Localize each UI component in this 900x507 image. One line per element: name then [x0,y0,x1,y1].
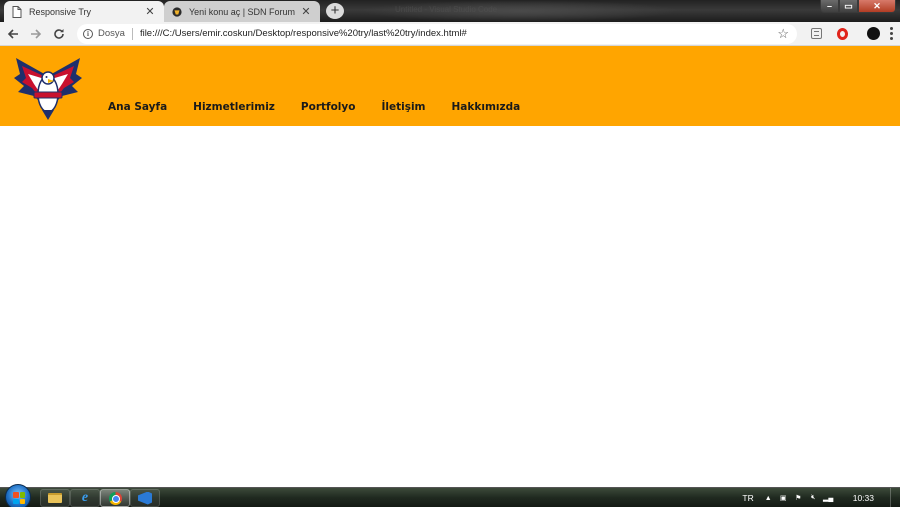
new-tab-button[interactable]: + [326,3,344,19]
nav-link-portfolyo[interactable]: Portfolyo [301,101,356,113]
taskbar-chrome[interactable] [100,489,130,507]
info-icon[interactable]: i [83,28,93,39]
close-window-button[interactable]: ✕ [858,0,896,13]
tab-sdn-forum[interactable]: Yeni konu aç | SDN Forum ✕ [164,1,320,22]
nav-link-iletisim[interactable]: İletişim [381,101,425,113]
action-center-flag-icon[interactable]: ⚑ [794,494,803,503]
star-icon[interactable]: ☆ [777,26,789,42]
forward-button[interactable] [26,24,46,44]
tab-title: Responsive Try [29,6,92,17]
extension-button[interactable] [809,27,823,41]
close-tab-icon[interactable]: ✕ [300,5,312,18]
minimize-button[interactable]: – [820,0,839,13]
main-nav: Ana Sayfa Hizmetlerimiz Portfolyo İletiş… [108,101,546,113]
browser-toolbar: i Dosya file:///C:/Users/emir.coskun/Des… [0,22,900,46]
address-separator [131,27,133,40]
system-tray: TR ▲ ▣ ⚑ 🔇︎ ▂▄ 10:33 [742,488,900,507]
nav-link-ana-sayfa[interactable]: Ana Sayfa [108,101,167,113]
background-window-title: Untitled - Visual Studio Code [395,5,498,14]
show-hidden-icons-icon[interactable]: ▲ [764,494,773,503]
network-device-icon[interactable]: ▣ [779,494,788,503]
arrow-right-icon [31,28,42,39]
taskbar-file-explorer[interactable] [40,489,70,507]
browser-titlebar: Untitled - Visual Studio Code Responsive… [0,0,900,22]
arrow-left-icon [7,28,18,39]
maximize-button[interactable]: ▭ [839,0,858,13]
file-explorer-icon [48,493,62,503]
address-bar[interactable]: i Dosya file:///C:/Users/emir.coskun/Des… [77,23,797,44]
opera-extension-button[interactable] [835,27,849,41]
window-controls: – ▭ ✕ [820,0,896,13]
windows-logo-icon [13,492,25,504]
signal-bars-icon[interactable]: ▂▄ [823,494,833,503]
page-viewport: Ana Sayfa Hizmetlerimiz Portfolyo İletiş… [0,46,900,487]
volume-muted-icon[interactable]: 🔇︎ [809,494,818,503]
back-button[interactable] [3,24,23,44]
nav-link-hizmetlerimiz[interactable]: Hizmetlerimiz [193,101,275,113]
close-tab-icon[interactable]: ✕ [144,5,156,18]
reload-button[interactable] [49,24,69,44]
reload-icon [54,28,64,39]
internet-explorer-icon: e [81,490,89,505]
page-icon [12,5,22,18]
language-indicator[interactable]: TR [742,493,753,503]
opera-icon [836,27,848,40]
extension-icon [810,28,822,39]
taskbar-visual-studio[interactable] [130,489,160,507]
scheme-label: Dosya [98,28,125,39]
tab-title: Yeni konu aç | SDN Forum [189,6,296,17]
sdn-forum-icon [172,6,182,17]
site-header: Ana Sayfa Hizmetlerimiz Portfolyo İletiş… [0,46,900,126]
profile-icon[interactable] [867,27,880,40]
chrome-icon [108,491,122,505]
nav-link-hakkimizda[interactable]: Hakkımızda [452,101,521,113]
kebab-menu-icon[interactable] [890,27,894,40]
clock[interactable]: 10:33 [853,493,874,503]
taskbar-internet-explorer[interactable]: e [70,489,100,507]
url-text[interactable]: file:///C:/Users/emir.coskun/Desktop/res… [140,28,467,39]
visual-studio-icon [138,491,152,505]
show-desktop-button[interactable] [890,488,900,507]
windows-taskbar: e TR ▲ ▣ ⚑ 🔇︎ ▂▄ 10:33 [0,484,900,507]
eagle-logo[interactable] [12,54,84,120]
start-button[interactable] [5,484,31,507]
tab-responsive-try[interactable]: Responsive Try ✕ [4,1,164,22]
